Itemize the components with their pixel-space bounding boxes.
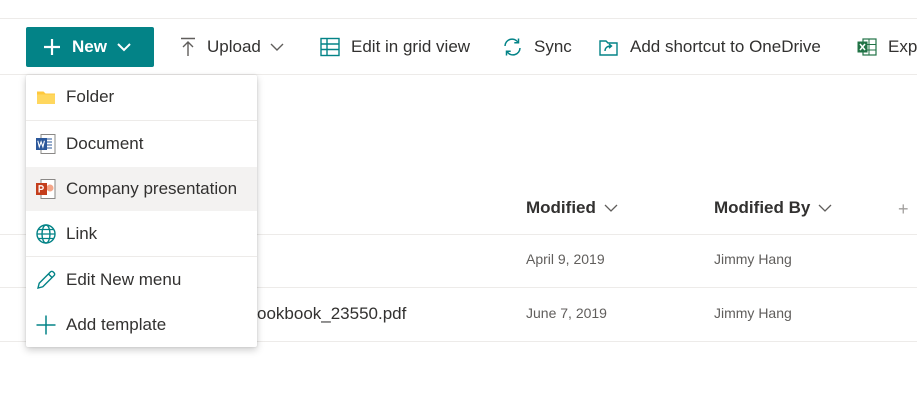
excel-icon xyxy=(857,38,877,56)
plus-icon xyxy=(44,39,60,55)
menu-item-label: Company presentation xyxy=(66,179,238,198)
chevron-down-icon xyxy=(117,42,131,51)
upload-arrow-icon xyxy=(180,37,196,57)
modified-date: April 9, 2019 xyxy=(526,251,605,267)
chevron-down-icon xyxy=(818,204,832,212)
add-column-icon[interactable]: + xyxy=(898,199,909,220)
modified-by: Jimmy Hang xyxy=(714,305,792,321)
file-name[interactable]: ookbook_23550.pdf xyxy=(257,304,406,324)
grid-icon xyxy=(320,37,340,57)
chevron-down-icon xyxy=(604,204,618,212)
menu-item-edit-new-menu[interactable]: Edit New menu xyxy=(26,258,257,302)
column-header-label: Modified xyxy=(526,198,596,217)
shortcut-icon xyxy=(598,37,619,57)
menu-item-folder[interactable]: Folder xyxy=(26,75,257,119)
menu-divider xyxy=(26,120,257,121)
menu-item-add-template[interactable]: Add template xyxy=(26,303,257,347)
export-label: Expo xyxy=(888,37,917,56)
menu-item-label: Edit New menu xyxy=(66,270,182,289)
menu-divider xyxy=(26,256,257,257)
upload-label: Upload xyxy=(207,37,261,56)
upload-button[interactable]: Upload xyxy=(180,19,284,75)
new-button-label: New xyxy=(72,37,107,56)
column-header-modified[interactable]: Modified xyxy=(526,196,618,220)
sync-label: Sync xyxy=(534,37,572,56)
column-header-label: Modified By xyxy=(714,198,811,217)
menu-item-company-presentation[interactable]: Company presentation xyxy=(26,167,257,211)
modified-date: June 7, 2019 xyxy=(526,305,607,321)
globe-icon xyxy=(35,223,57,245)
add-shortcut-label: Add shortcut to OneDrive xyxy=(630,37,821,56)
menu-item-label: Link xyxy=(66,224,98,243)
export-button[interactable]: Expo xyxy=(857,19,917,75)
folder-icon xyxy=(35,86,57,108)
powerpoint-icon xyxy=(35,178,57,200)
chevron-down-icon xyxy=(270,43,284,51)
menu-item-label: Document xyxy=(66,134,144,153)
edit-grid-view-button[interactable]: Edit in grid view xyxy=(320,19,470,75)
menu-item-document[interactable]: Document xyxy=(26,122,257,166)
menu-item-label: Add template xyxy=(66,315,167,334)
document-library-page: New Upload Edit in grid view Sync Add sh… xyxy=(0,0,917,394)
menu-item-label: Folder xyxy=(66,87,115,106)
column-header-modified-by[interactable]: Modified By xyxy=(714,196,832,220)
command-bar: New Upload Edit in grid view Sync Add sh… xyxy=(0,19,917,75)
menu-item-link[interactable]: Link xyxy=(26,212,257,256)
sync-button[interactable]: Sync xyxy=(502,19,572,75)
modified-by: Jimmy Hang xyxy=(714,251,792,267)
new-menu: Folder Document Company presentation Lin… xyxy=(26,75,257,347)
pencil-icon xyxy=(35,269,57,291)
sync-icon xyxy=(502,37,523,57)
edit-grid-view-label: Edit in grid view xyxy=(351,37,471,56)
plus-icon xyxy=(35,314,57,336)
word-document-icon xyxy=(35,133,57,155)
new-button[interactable]: New xyxy=(26,27,154,67)
add-shortcut-button[interactable]: Add shortcut to OneDrive xyxy=(598,19,821,75)
